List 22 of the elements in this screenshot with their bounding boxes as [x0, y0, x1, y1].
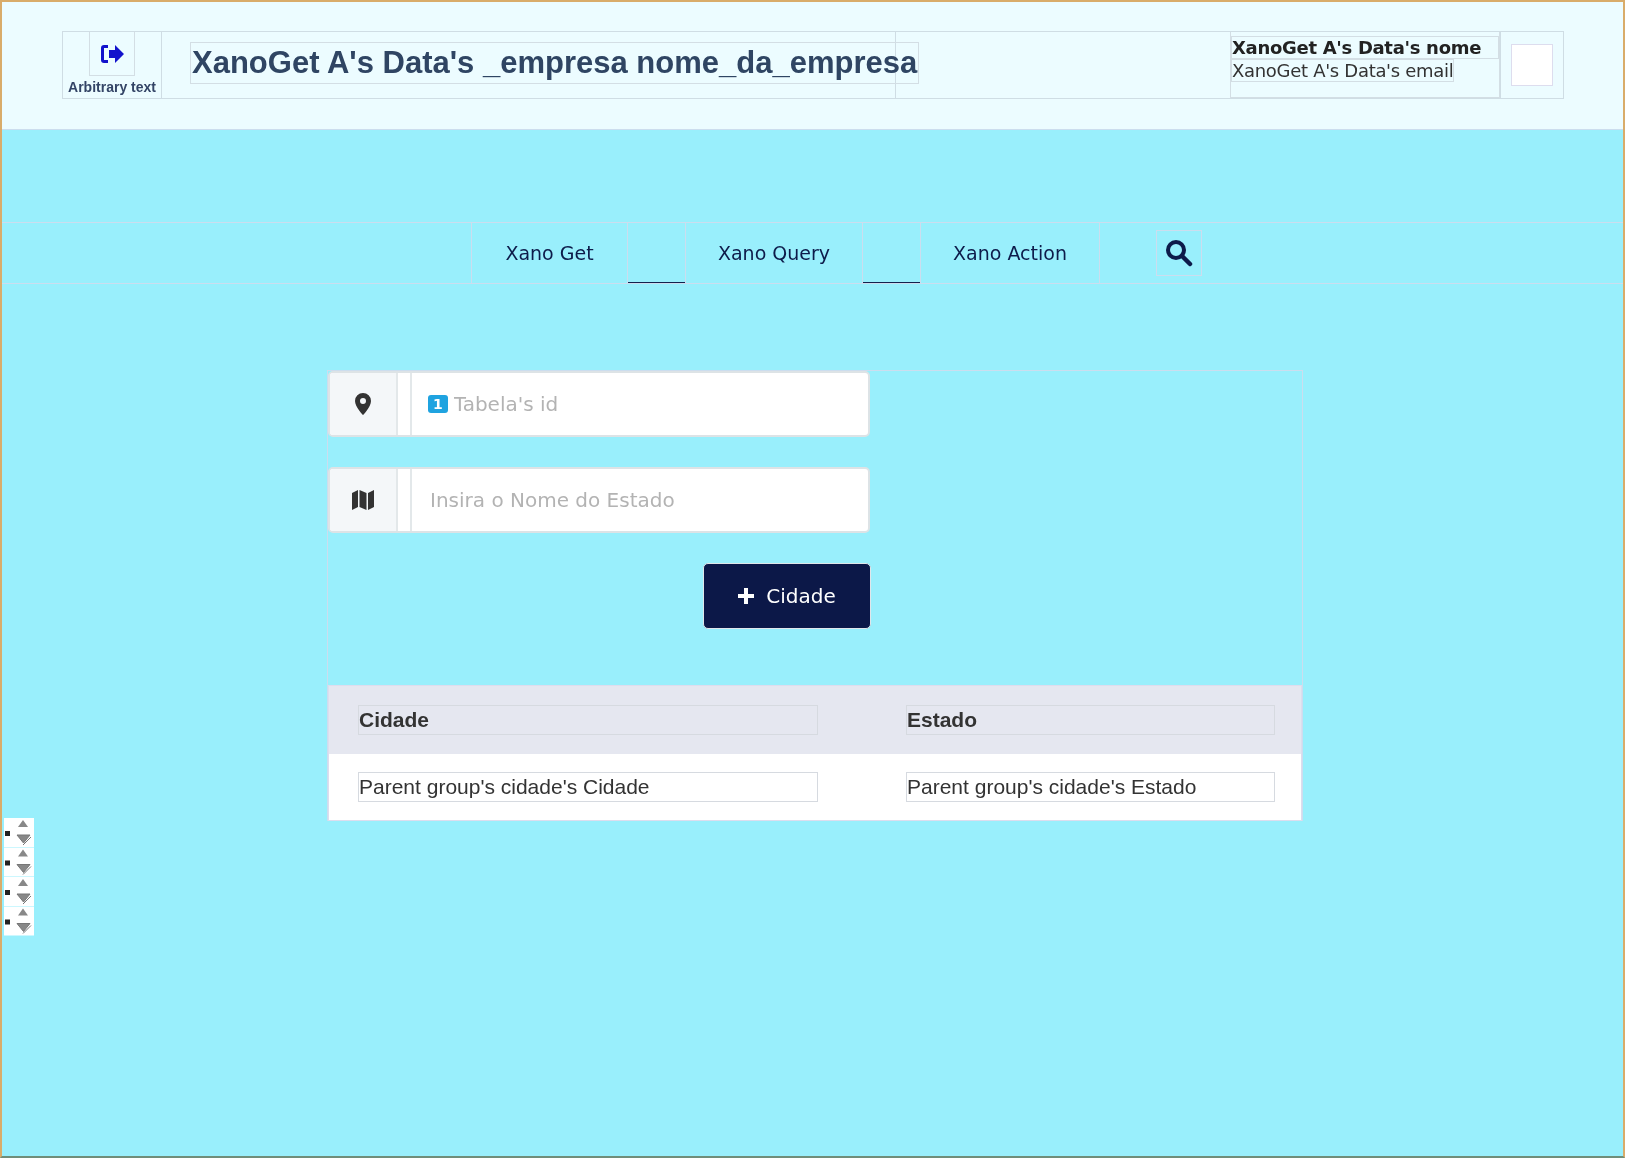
reorder-controls-drawing[interactable] — [4, 818, 34, 936]
nav-link[interactable]: Xano Get — [471, 223, 628, 283]
text-input[interactable]: Tabela's id — [451, 391, 868, 417]
plus-icon — [738, 588, 755, 604]
table-cell: Parent group's cidade's Estado — [906, 772, 1275, 802]
nav-link[interactable]: Xano Action — [920, 223, 1100, 283]
user-email: XanoGet A's Data's email — [1231, 59, 1455, 82]
nav-link[interactable]: Xano Query — [685, 223, 863, 283]
search-icon[interactable] — [1165, 239, 1193, 267]
add-city-button[interactable]: Cidade — [703, 563, 871, 629]
logout-label: Arbitrary text — [68, 79, 156, 95]
input-field[interactable]: Insira o Nome do Estado — [328, 467, 870, 533]
text-input[interactable]: Insira o Nome do Estado — [428, 487, 868, 513]
number-badge: 1 — [428, 395, 448, 413]
company-title: XanoGet A's Data's _empresa nome_da_empresa — [190, 42, 920, 84]
map-icon — [352, 490, 374, 510]
location-pin-icon — [355, 393, 371, 415]
column-header: Cidade — [358, 705, 818, 735]
avatar-image — [1511, 44, 1553, 86]
column-header: Estado — [906, 705, 1275, 735]
user-name: XanoGet A's Data's nome — [1231, 36, 1499, 59]
table-cell: Parent group's cidade's Cidade — [358, 772, 818, 802]
